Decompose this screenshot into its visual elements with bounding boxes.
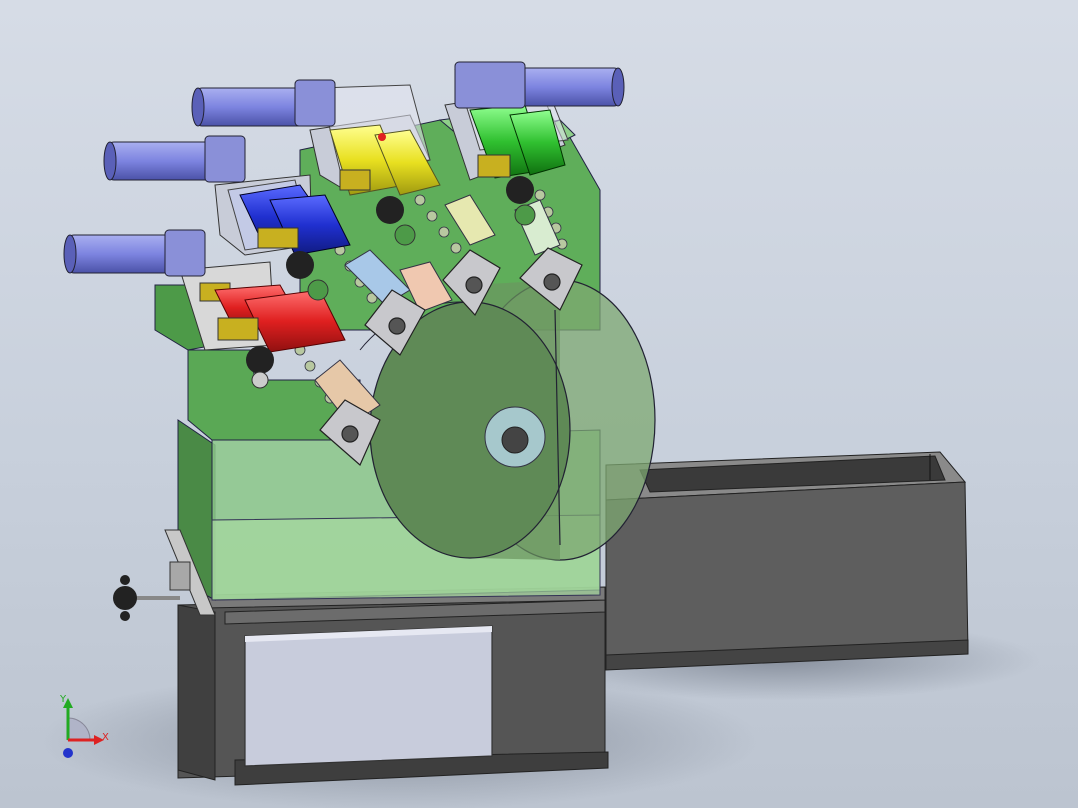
- z-axis-dot: [63, 748, 73, 758]
- cad-viewport[interactable]: Y X: [0, 0, 1078, 808]
- motor-1: [63, 229, 206, 277]
- access-door[interactable]: [244, 625, 493, 767]
- cad-model: Y X: [40, 61, 1040, 808]
- y-axis-label: Y: [59, 694, 67, 705]
- motor-4: [454, 61, 625, 109]
- motor-2: [103, 135, 246, 183]
- motor-3: [191, 79, 336, 127]
- drum-hub: [484, 406, 546, 468]
- x-axis-label: X: [102, 732, 109, 743]
- discharge-trough: [605, 451, 969, 671]
